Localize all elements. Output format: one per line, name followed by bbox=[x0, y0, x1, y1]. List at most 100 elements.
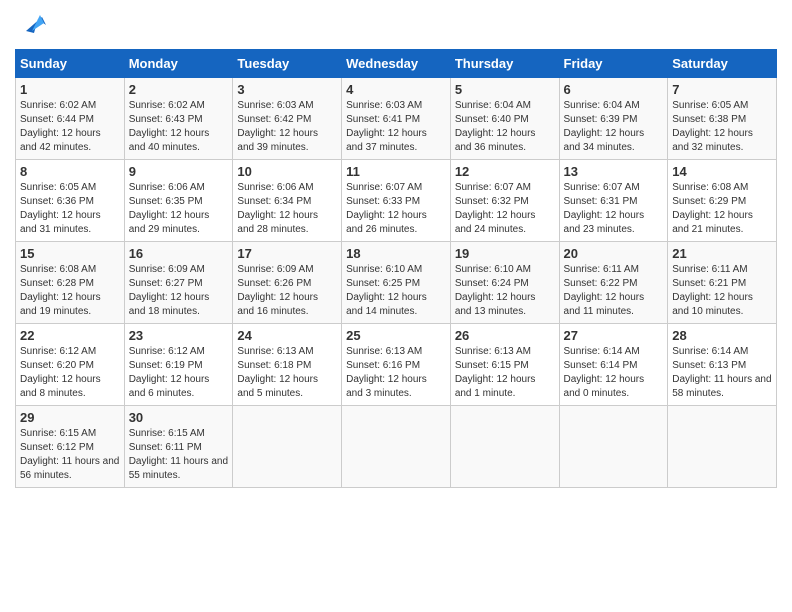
day-info: Sunrise: 6:04 AMSunset: 6:40 PMDaylight:… bbox=[455, 100, 536, 153]
weekday-header: Thursday bbox=[450, 50, 559, 78]
day-number: 6 bbox=[564, 82, 664, 97]
day-number: 11 bbox=[346, 164, 446, 179]
day-number: 23 bbox=[129, 328, 229, 343]
day-number: 28 bbox=[672, 328, 772, 343]
calendar-table: SundayMondayTuesdayWednesdayThursdayFrid… bbox=[15, 49, 777, 488]
calendar-day-cell: 10 Sunrise: 6:06 AMSunset: 6:34 PMDaylig… bbox=[233, 160, 342, 242]
day-info: Sunrise: 6:06 AMSunset: 6:34 PMDaylight:… bbox=[237, 182, 318, 235]
calendar-day-cell: 20 Sunrise: 6:11 AMSunset: 6:22 PMDaylig… bbox=[559, 242, 668, 324]
day-number: 19 bbox=[455, 246, 555, 261]
day-info: Sunrise: 6:06 AMSunset: 6:35 PMDaylight:… bbox=[129, 182, 210, 235]
calendar-day-cell bbox=[233, 406, 342, 488]
day-info: Sunrise: 6:14 AMSunset: 6:13 PMDaylight:… bbox=[672, 346, 771, 399]
calendar-day-cell: 2 Sunrise: 6:02 AMSunset: 6:43 PMDayligh… bbox=[124, 78, 233, 160]
calendar-day-cell bbox=[450, 406, 559, 488]
calendar-day-cell: 27 Sunrise: 6:14 AMSunset: 6:14 PMDaylig… bbox=[559, 324, 668, 406]
weekday-header: Friday bbox=[559, 50, 668, 78]
day-info: Sunrise: 6:08 AMSunset: 6:28 PMDaylight:… bbox=[20, 264, 101, 317]
day-info: Sunrise: 6:15 AMSunset: 6:12 PMDaylight:… bbox=[20, 428, 119, 481]
calendar-week-row: 8 Sunrise: 6:05 AMSunset: 6:36 PMDayligh… bbox=[16, 160, 777, 242]
day-info: Sunrise: 6:13 AMSunset: 6:15 PMDaylight:… bbox=[455, 346, 536, 399]
calendar-day-cell: 30 Sunrise: 6:15 AMSunset: 6:11 PMDaylig… bbox=[124, 406, 233, 488]
calendar-week-row: 1 Sunrise: 6:02 AMSunset: 6:44 PMDayligh… bbox=[16, 78, 777, 160]
calendar-day-cell: 3 Sunrise: 6:03 AMSunset: 6:42 PMDayligh… bbox=[233, 78, 342, 160]
day-info: Sunrise: 6:11 AMSunset: 6:22 PMDaylight:… bbox=[564, 264, 645, 317]
day-number: 20 bbox=[564, 246, 664, 261]
day-info: Sunrise: 6:09 AMSunset: 6:26 PMDaylight:… bbox=[237, 264, 318, 317]
day-number: 15 bbox=[20, 246, 120, 261]
day-info: Sunrise: 6:09 AMSunset: 6:27 PMDaylight:… bbox=[129, 264, 210, 317]
day-number: 16 bbox=[129, 246, 229, 261]
day-number: 17 bbox=[237, 246, 337, 261]
day-number: 18 bbox=[346, 246, 446, 261]
day-number: 30 bbox=[129, 410, 229, 425]
calendar-week-row: 22 Sunrise: 6:12 AMSunset: 6:20 PMDaylig… bbox=[16, 324, 777, 406]
day-number: 7 bbox=[672, 82, 772, 97]
day-number: 12 bbox=[455, 164, 555, 179]
weekday-header-row: SundayMondayTuesdayWednesdayThursdayFrid… bbox=[16, 50, 777, 78]
day-number: 1 bbox=[20, 82, 120, 97]
day-number: 29 bbox=[20, 410, 120, 425]
day-info: Sunrise: 6:03 AMSunset: 6:41 PMDaylight:… bbox=[346, 100, 427, 153]
weekday-header: Tuesday bbox=[233, 50, 342, 78]
day-info: Sunrise: 6:10 AMSunset: 6:24 PMDaylight:… bbox=[455, 264, 536, 317]
day-info: Sunrise: 6:12 AMSunset: 6:20 PMDaylight:… bbox=[20, 346, 101, 399]
calendar-day-cell: 17 Sunrise: 6:09 AMSunset: 6:26 PMDaylig… bbox=[233, 242, 342, 324]
calendar-week-row: 15 Sunrise: 6:08 AMSunset: 6:28 PMDaylig… bbox=[16, 242, 777, 324]
calendar-day-cell: 23 Sunrise: 6:12 AMSunset: 6:19 PMDaylig… bbox=[124, 324, 233, 406]
page-header bbox=[15, 15, 777, 39]
calendar-day-cell: 22 Sunrise: 6:12 AMSunset: 6:20 PMDaylig… bbox=[16, 324, 125, 406]
calendar-day-cell: 24 Sunrise: 6:13 AMSunset: 6:18 PMDaylig… bbox=[233, 324, 342, 406]
day-number: 4 bbox=[346, 82, 446, 97]
day-info: Sunrise: 6:07 AMSunset: 6:33 PMDaylight:… bbox=[346, 182, 427, 235]
day-number: 27 bbox=[564, 328, 664, 343]
day-info: Sunrise: 6:14 AMSunset: 6:14 PMDaylight:… bbox=[564, 346, 645, 399]
calendar-week-row: 29 Sunrise: 6:15 AMSunset: 6:12 PMDaylig… bbox=[16, 406, 777, 488]
day-info: Sunrise: 6:08 AMSunset: 6:29 PMDaylight:… bbox=[672, 182, 753, 235]
day-info: Sunrise: 6:15 AMSunset: 6:11 PMDaylight:… bbox=[129, 428, 228, 481]
day-number: 2 bbox=[129, 82, 229, 97]
calendar-day-cell: 7 Sunrise: 6:05 AMSunset: 6:38 PMDayligh… bbox=[668, 78, 777, 160]
calendar-day-cell: 28 Sunrise: 6:14 AMSunset: 6:13 PMDaylig… bbox=[668, 324, 777, 406]
day-info: Sunrise: 6:07 AMSunset: 6:31 PMDaylight:… bbox=[564, 182, 645, 235]
day-info: Sunrise: 6:10 AMSunset: 6:25 PMDaylight:… bbox=[346, 264, 427, 317]
calendar-day-cell: 14 Sunrise: 6:08 AMSunset: 6:29 PMDaylig… bbox=[668, 160, 777, 242]
day-number: 5 bbox=[455, 82, 555, 97]
weekday-header: Sunday bbox=[16, 50, 125, 78]
logo-icon bbox=[18, 7, 50, 39]
weekday-header: Monday bbox=[124, 50, 233, 78]
calendar-day-cell: 9 Sunrise: 6:06 AMSunset: 6:35 PMDayligh… bbox=[124, 160, 233, 242]
calendar-day-cell: 26 Sunrise: 6:13 AMSunset: 6:15 PMDaylig… bbox=[450, 324, 559, 406]
calendar-day-cell: 1 Sunrise: 6:02 AMSunset: 6:44 PMDayligh… bbox=[16, 78, 125, 160]
day-number: 9 bbox=[129, 164, 229, 179]
calendar-day-cell: 18 Sunrise: 6:10 AMSunset: 6:25 PMDaylig… bbox=[342, 242, 451, 324]
calendar-day-cell: 29 Sunrise: 6:15 AMSunset: 6:12 PMDaylig… bbox=[16, 406, 125, 488]
calendar-day-cell: 13 Sunrise: 6:07 AMSunset: 6:31 PMDaylig… bbox=[559, 160, 668, 242]
day-number: 13 bbox=[564, 164, 664, 179]
day-info: Sunrise: 6:12 AMSunset: 6:19 PMDaylight:… bbox=[129, 346, 210, 399]
day-number: 21 bbox=[672, 246, 772, 261]
day-number: 25 bbox=[346, 328, 446, 343]
day-number: 24 bbox=[237, 328, 337, 343]
day-info: Sunrise: 6:07 AMSunset: 6:32 PMDaylight:… bbox=[455, 182, 536, 235]
calendar-day-cell: 21 Sunrise: 6:11 AMSunset: 6:21 PMDaylig… bbox=[668, 242, 777, 324]
day-number: 14 bbox=[672, 164, 772, 179]
logo bbox=[15, 15, 50, 39]
calendar-day-cell: 12 Sunrise: 6:07 AMSunset: 6:32 PMDaylig… bbox=[450, 160, 559, 242]
day-number: 10 bbox=[237, 164, 337, 179]
calendar-day-cell: 6 Sunrise: 6:04 AMSunset: 6:39 PMDayligh… bbox=[559, 78, 668, 160]
calendar-day-cell bbox=[342, 406, 451, 488]
day-number: 26 bbox=[455, 328, 555, 343]
day-info: Sunrise: 6:05 AMSunset: 6:36 PMDaylight:… bbox=[20, 182, 101, 235]
day-number: 3 bbox=[237, 82, 337, 97]
calendar-day-cell: 4 Sunrise: 6:03 AMSunset: 6:41 PMDayligh… bbox=[342, 78, 451, 160]
calendar-day-cell: 15 Sunrise: 6:08 AMSunset: 6:28 PMDaylig… bbox=[16, 242, 125, 324]
calendar-day-cell: 8 Sunrise: 6:05 AMSunset: 6:36 PMDayligh… bbox=[16, 160, 125, 242]
day-info: Sunrise: 6:04 AMSunset: 6:39 PMDaylight:… bbox=[564, 100, 645, 153]
day-info: Sunrise: 6:03 AMSunset: 6:42 PMDaylight:… bbox=[237, 100, 318, 153]
day-info: Sunrise: 6:11 AMSunset: 6:21 PMDaylight:… bbox=[672, 264, 753, 317]
calendar-day-cell: 19 Sunrise: 6:10 AMSunset: 6:24 PMDaylig… bbox=[450, 242, 559, 324]
day-info: Sunrise: 6:02 AMSunset: 6:43 PMDaylight:… bbox=[129, 100, 210, 153]
weekday-header: Saturday bbox=[668, 50, 777, 78]
weekday-header: Wednesday bbox=[342, 50, 451, 78]
